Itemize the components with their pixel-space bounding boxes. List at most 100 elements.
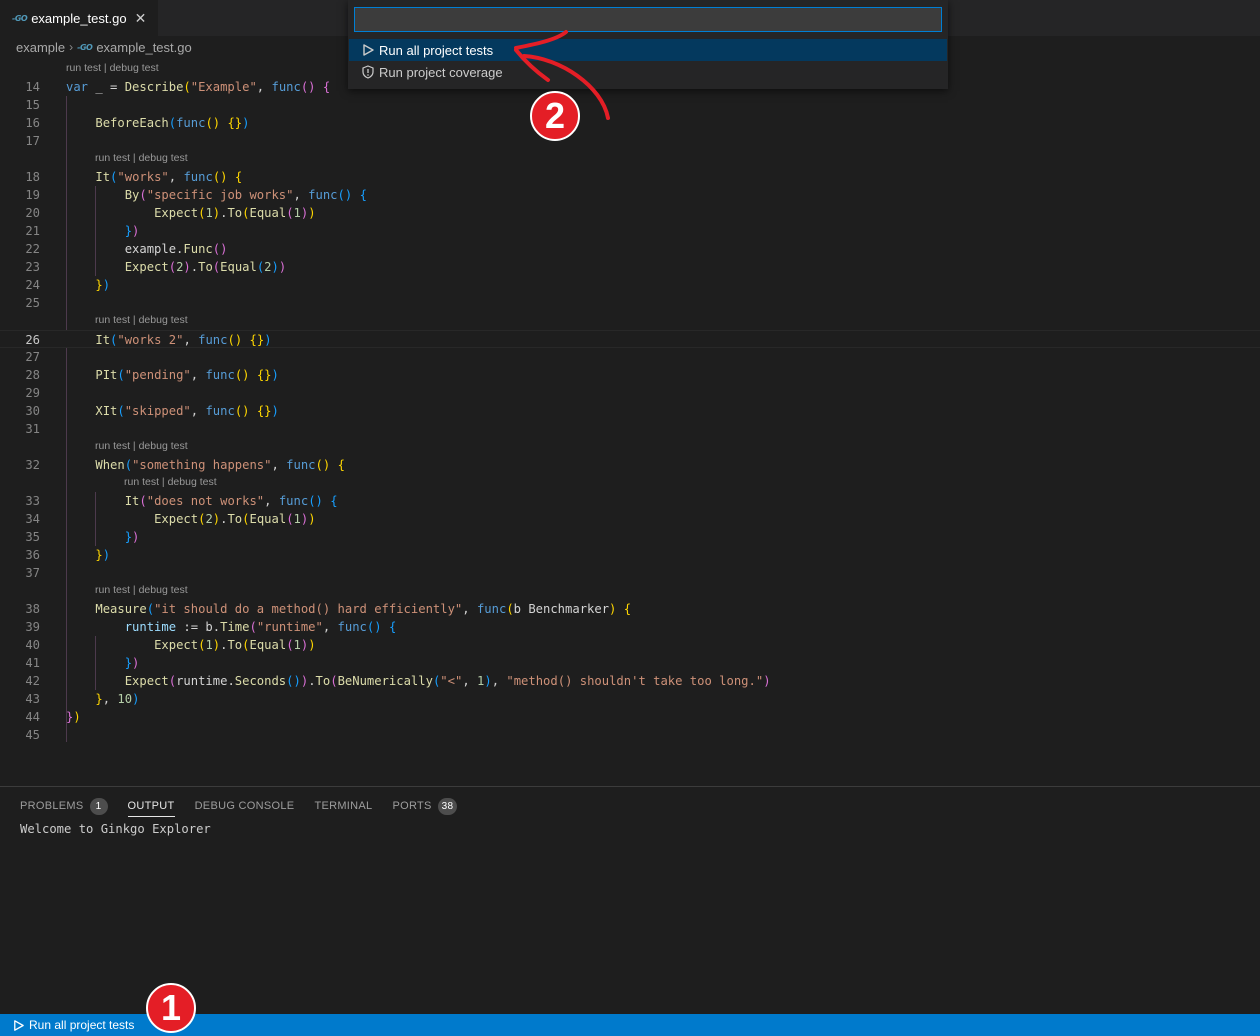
codelens-run-debug[interactable]: run test | debug test [124, 472, 217, 490]
go-file-icon: -GO [77, 42, 93, 52]
line-number: 39 [25, 620, 40, 634]
close-icon[interactable]: ✕ [135, 10, 147, 27]
line-number: 22 [25, 242, 40, 256]
code-line[interactable]: 45 [0, 726, 1260, 744]
code-line[interactable]: 16 BeforeEach(func() {}) [0, 114, 1260, 132]
code-text: }) [124, 224, 140, 238]
line-number: 23 [25, 260, 40, 274]
code-line[interactable]: 40 Expect(1).To(Equal(1)) [0, 636, 1260, 654]
line-number: 38 [25, 602, 40, 616]
run-all-tests-status-button[interactable]: Run all project tests [12, 1014, 134, 1036]
codelens-run-debug[interactable]: run test | debug test [95, 436, 188, 454]
codelens-run-debug[interactable]: run test | debug test [66, 58, 159, 76]
codelens-run-debug[interactable]: run test | debug test [95, 310, 188, 328]
code-text: Measure("it should do a method() hard ef… [95, 602, 632, 616]
code-line[interactable]: 29 [0, 384, 1260, 402]
code-text: It("does not works", func() { [124, 494, 338, 508]
panel-tab-label: TERMINAL [314, 800, 373, 812]
breadcrumb-file[interactable]: example_test.go [96, 40, 191, 55]
code-line[interactable]: 42 Expect(runtime.Seconds()).To(BeNumeri… [0, 672, 1260, 690]
line-number: 21 [25, 224, 40, 238]
code-line[interactable]: 36 }) [0, 546, 1260, 564]
tab-example-test-go[interactable]: -GO example_test.go ✕ [0, 0, 158, 36]
line-number: 20 [25, 206, 40, 220]
quick-pick-item-coverage[interactable]: Run project coverage [349, 61, 947, 83]
quick-pick-item-run-all[interactable]: Run all project tests [349, 39, 947, 61]
code-line[interactable]: 35 }) [0, 528, 1260, 546]
code-line[interactable]: 39 runtime := b.Time("runtime", func() { [0, 618, 1260, 636]
quick-pick-input[interactable] [354, 7, 942, 32]
line-number: 44 [25, 710, 40, 724]
line-number: 31 [25, 422, 40, 436]
line-number: 26 [25, 333, 40, 347]
code-text: By("specific job works", func() { [124, 188, 367, 202]
code-line[interactable]: 26 It("works 2", func() {}) [0, 330, 1260, 348]
panel-tab-label: PROBLEMS [20, 800, 84, 812]
codelens-run-debug[interactable]: run test | debug test [95, 148, 188, 166]
code-line[interactable]: 41 }) [0, 654, 1260, 672]
quick-pick-item-label: Run all project tests [379, 42, 494, 58]
line-number: 16 [25, 116, 40, 130]
code-text: runtime := b.Time("runtime", func() { [124, 620, 397, 634]
code-text: }, 10) [95, 692, 140, 706]
line-number: 43 [25, 692, 40, 706]
line-number: 28 [25, 368, 40, 382]
code-line[interactable]: 20 Expect(1).To(Equal(1)) [0, 204, 1260, 222]
code-line[interactable]: 38 Measure("it should do a method() hard… [0, 600, 1260, 618]
tab-terminal[interactable]: TERMINAL [314, 795, 372, 817]
line-number: 29 [25, 386, 40, 400]
code-line[interactable]: 34 Expect(2).To(Equal(1)) [0, 510, 1260, 528]
count-badge: 1 [89, 797, 108, 815]
line-number: 45 [25, 728, 40, 742]
tab-problems[interactable]: PROBLEMS 1 [20, 795, 108, 817]
code-text: Expect(2).To(Equal(1)) [154, 512, 316, 526]
tab-debug-console[interactable]: DEBUG CONSOLE [195, 795, 295, 817]
line-number: 32 [25, 458, 40, 472]
go-file-icon: -GO [12, 13, 28, 23]
line-number: 35 [25, 530, 40, 544]
line-number: 42 [25, 674, 40, 688]
tab-ports[interactable]: PORTS 38 [392, 795, 458, 817]
annotation-badge-two: 2 [530, 91, 580, 141]
code-text: BeforeEach(func() {}) [95, 116, 250, 130]
code-line[interactable]: 37 [0, 564, 1260, 582]
code-line[interactable]: 27 [0, 348, 1260, 366]
shield-icon [361, 65, 375, 79]
code-text: Expect(1).To(Equal(1)) [154, 638, 316, 652]
code-text: It("works 2", func() {}) [95, 333, 272, 347]
line-number: 14 [25, 80, 40, 94]
line-number: 19 [25, 188, 40, 202]
annotation-badge-one: 1 [146, 983, 196, 1033]
code-text: Expect(1).To(Equal(1)) [154, 206, 316, 220]
codelens-run-debug[interactable]: run test | debug test [95, 580, 188, 598]
breadcrumb-folder[interactable]: example [16, 40, 65, 55]
code-line[interactable]: 24 }) [0, 276, 1260, 294]
code-text: var _ = Describe("Example", func() { [66, 80, 331, 94]
line-number: 24 [25, 278, 40, 292]
code-line[interactable]: 33 It("does not works", func() { [0, 492, 1260, 510]
code-line[interactable]: 23 Expect(2).To(Equal(2)) [0, 258, 1260, 276]
code-line[interactable]: 15 [0, 96, 1260, 114]
code-line[interactable]: 28 PIt("pending", func() {}) [0, 366, 1260, 384]
code-line[interactable]: 43 }, 10) [0, 690, 1260, 708]
line-number: 40 [25, 638, 40, 652]
code-line[interactable]: 31 [0, 420, 1260, 438]
chevron-right-icon: › [69, 40, 74, 54]
code-text: }) [95, 278, 111, 292]
code-text: PIt("pending", func() {}) [95, 368, 279, 382]
code-editor[interactable]: run test | debug test 14 var _ = Describe(… [0, 58, 1260, 786]
bottom-panel: PROBLEMS 1 OUTPUT DEBUG CONSOLE TERMINAL PORT… [0, 786, 1260, 1014]
code-line[interactable]: 30 XIt("skipped", func() {}) [0, 402, 1260, 420]
line-number: 36 [25, 548, 40, 562]
tab-output[interactable]: OUTPUT [127, 795, 175, 817]
code-line[interactable]: 44}) [0, 708, 1260, 726]
code-line[interactable]: 18 It("works", func() { [0, 168, 1260, 186]
code-line[interactable]: 25 [0, 294, 1260, 312]
line-number: 37 [25, 566, 40, 580]
code-line[interactable]: 22 example.Func() [0, 240, 1260, 258]
code-line[interactable]: 21 }) [0, 222, 1260, 240]
code-text: }) [124, 530, 140, 544]
panel-tab-label: DEBUG CONSOLE [194, 800, 295, 812]
code-line[interactable]: 17 [0, 132, 1260, 150]
code-line[interactable]: 19 By("specific job works", func() { [0, 186, 1260, 204]
